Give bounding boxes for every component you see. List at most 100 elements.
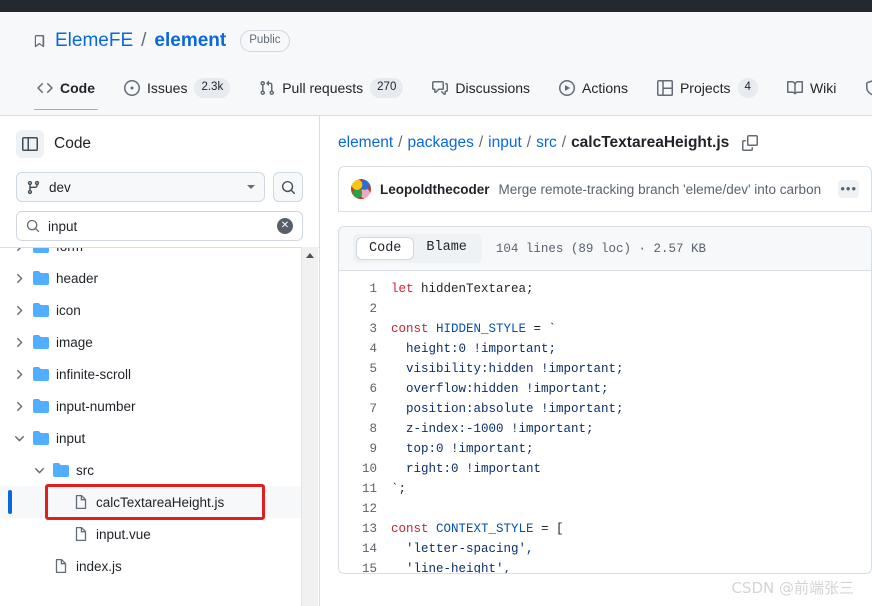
chevron-down-icon[interactable]	[32, 465, 46, 476]
tree-file-row[interactable]: input.vue	[0, 518, 301, 550]
sidebar-search-button[interactable]	[273, 172, 303, 202]
avatar[interactable]	[351, 179, 371, 199]
line-number: 3	[369, 322, 377, 336]
line-content: visibility:hidden !important;	[391, 362, 624, 376]
line-content: right:0 !important	[391, 462, 542, 476]
line-number: 13	[361, 522, 377, 536]
code-line: 5 visibility:hidden !important;	[339, 359, 871, 379]
breadcrumb-item-packages[interactable]: packages	[407, 134, 473, 152]
tab-blame-view[interactable]: Blame	[414, 237, 479, 260]
folder-icon	[53, 462, 69, 478]
tree-folder-row[interactable]: infinite-scroll	[0, 358, 301, 390]
code-line: 12	[339, 499, 871, 519]
git-pull-request-icon	[259, 80, 275, 96]
line-number: 2	[369, 302, 377, 316]
line-number: 9	[369, 442, 377, 456]
tree-item-label: input	[56, 430, 86, 446]
tab-issues[interactable]: Issues 2.3k	[113, 72, 241, 104]
watermark: CSDN @前端张三	[731, 579, 854, 597]
tree-item-label: calcTextareaHeight.js	[96, 494, 225, 510]
file-filter-input[interactable]	[48, 218, 269, 234]
tab-discussions[interactable]: Discussions	[421, 74, 541, 102]
file-filter-box[interactable]: ✕	[16, 211, 303, 241]
repo-owner-link[interactable]: ElemeFE	[55, 30, 133, 52]
tree-folder-row[interactable]: input	[0, 422, 301, 454]
chevron-down-icon[interactable]	[12, 433, 26, 444]
tree-folder-row[interactable]: src	[0, 454, 301, 486]
tree-item-label: infinite-scroll	[56, 366, 132, 382]
code-line: 7 position:absolute !important;	[339, 399, 871, 419]
file-icon	[73, 526, 89, 542]
line-number: 1	[369, 282, 377, 296]
chevron-right-icon[interactable]	[12, 248, 26, 252]
chevron-right-icon[interactable]	[12, 369, 26, 380]
line-number: 7	[369, 402, 377, 416]
code-line: 10 right:0 !important	[339, 459, 871, 479]
clear-icon[interactable]: ✕	[277, 218, 293, 234]
commit-author[interactable]: Leopoldthecoder	[380, 182, 490, 197]
branch-selector[interactable]: dev	[16, 172, 265, 202]
breadcrumb-separator: /	[478, 134, 484, 151]
line-content: const HIDDEN_STYLE = `	[391, 322, 557, 336]
repo-visibility-badge: Public	[240, 30, 290, 52]
tab-code[interactable]: Code	[26, 74, 106, 110]
repo-icon	[32, 34, 47, 49]
tab-code-view[interactable]: Code	[356, 237, 415, 260]
copy-path-icon[interactable]	[742, 135, 759, 151]
breadcrumb-item-src[interactable]: src	[536, 134, 557, 152]
chevron-right-icon[interactable]	[12, 337, 26, 348]
code-icon	[37, 80, 53, 96]
tab-pull-requests[interactable]: Pull requests 270	[248, 72, 414, 104]
tree-item-label: input.vue	[96, 526, 151, 542]
tab-wiki-label: Wiki	[809, 80, 837, 96]
line-number: 8	[369, 422, 377, 436]
breadcrumb-item-input[interactable]: input	[488, 134, 522, 152]
sidebar-header: Code	[0, 116, 319, 162]
chevron-right-icon[interactable]	[12, 305, 26, 316]
chevron-right-icon[interactable]	[12, 401, 26, 412]
branch-name: dev	[49, 179, 71, 195]
filter-row: ✕	[0, 202, 319, 241]
repo-name-link[interactable]: element	[154, 30, 226, 52]
file-content-main: element / packages / input / src / calcT…	[320, 116, 872, 606]
line-number: 6	[369, 382, 377, 396]
tree-folder-row[interactable]: input-number	[0, 390, 301, 422]
file-icon	[73, 494, 89, 510]
commit-message[interactable]: Merge remote-tracking branch 'eleme/dev'…	[499, 182, 830, 197]
commit-menu-button[interactable]: •••	[838, 180, 859, 198]
code-line: 9 top:0 !important;	[339, 439, 871, 459]
latest-commit-bar: Leopoldthecoder Merge remote-tracking br…	[338, 166, 872, 212]
tree-file-row[interactable]: index.js	[0, 550, 301, 582]
tab-wiki[interactable]: Wiki	[776, 74, 847, 102]
sidebar-scrollbar[interactable]	[301, 247, 318, 606]
tab-actions[interactable]: Actions	[548, 74, 639, 102]
scroll-up-arrow-icon[interactable]	[302, 247, 318, 264]
tree-folder-row[interactable]: icon	[0, 294, 301, 326]
line-number: 14	[361, 542, 377, 556]
tab-issues-count: 2.3k	[194, 78, 231, 98]
folder-icon	[33, 398, 49, 414]
tab-projects[interactable]: Projects 4	[646, 72, 769, 104]
code-line: 4 height:0 !important;	[339, 339, 871, 359]
sidebar-collapse-icon[interactable]	[16, 130, 44, 158]
code-lines[interactable]: 1 let hiddenTextarea; 2 3 const HIDDEN_STYLE…	[339, 271, 871, 573]
tab-pull-requests-label: Pull requests	[282, 80, 364, 96]
branch-row: dev	[0, 162, 319, 202]
comment-discussion-icon	[432, 80, 449, 96]
tree-file-row[interactable]: calcTextareaHeight.js	[0, 486, 301, 518]
code-blame-toggle: Code Blame	[353, 234, 482, 263]
tree-folder-row[interactable]: image	[0, 326, 301, 358]
tab-projects-count: 4	[737, 78, 758, 98]
search-icon	[26, 219, 40, 233]
tree-folder-row[interactable]: header	[0, 262, 301, 294]
window-top-bar	[0, 0, 872, 12]
tab-security[interactable]: S	[854, 74, 872, 102]
tab-pull-requests-count: 270	[370, 78, 404, 98]
sidebar-title: Code	[54, 135, 92, 152]
breadcrumb-item-element[interactable]: element	[338, 134, 393, 152]
folder-icon	[33, 270, 49, 286]
tree-folder-row[interactable]: form	[0, 248, 301, 262]
chevron-right-icon[interactable]	[12, 273, 26, 284]
file-icon	[53, 558, 69, 574]
line-content: 'letter-spacing',	[391, 542, 534, 556]
